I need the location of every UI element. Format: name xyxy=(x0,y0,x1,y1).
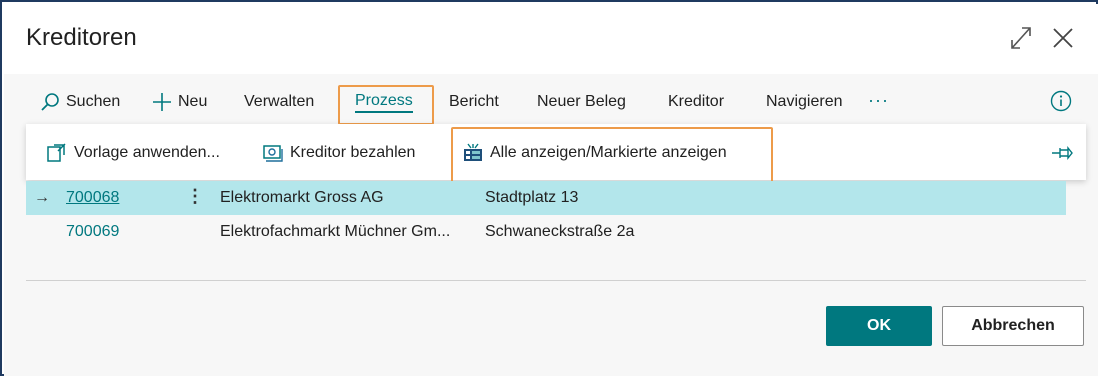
dialog-title: Kreditoren xyxy=(26,24,137,51)
expand-icon[interactable] xyxy=(1008,24,1034,52)
search-action[interactable]: Suchen xyxy=(40,90,120,114)
pay-vendor-label: Kreditor bezahlen xyxy=(290,144,416,161)
vendor-list: → 700068 ⋮ Elektromarkt Gross AG Stadtpl… xyxy=(26,181,1066,249)
close-icon[interactable] xyxy=(1050,24,1076,52)
vendor-address: Stadtplatz 13 xyxy=(485,189,579,206)
template-icon xyxy=(47,143,66,162)
show-marked-icon xyxy=(464,143,482,161)
table-row[interactable]: 700069 Elektrofachmarkt Müchner Gm... Sc… xyxy=(26,215,1066,249)
pay-vendor-action[interactable]: Kreditor bezahlen xyxy=(262,142,415,164)
search-icon xyxy=(41,93,59,111)
pin-icon[interactable] xyxy=(1050,142,1076,164)
new-label: Neu xyxy=(178,93,208,110)
row-arrow-icon: → xyxy=(34,189,50,206)
search-label: Suchen xyxy=(66,93,121,110)
tab-process[interactable]: Prozess xyxy=(355,90,413,114)
title-bar: Kreditoren xyxy=(4,4,1098,74)
navigate-action[interactable]: Navigieren xyxy=(766,90,842,114)
show-all-marked-label: Alle anzeigen/Markierte anzeigen xyxy=(490,144,727,161)
process-label: Prozess xyxy=(355,92,413,113)
navigate-label: Navigieren xyxy=(766,93,843,110)
manage-action[interactable]: Verwalten xyxy=(244,90,314,114)
new-document-label: Neuer Beleg xyxy=(537,93,626,110)
vendor-label: Kreditor xyxy=(668,93,725,110)
new-action[interactable]: Neu xyxy=(152,90,207,114)
vendor-name: Elektromarkt Gross AG xyxy=(220,189,384,206)
apply-template-label: Vorlage anwenden... xyxy=(74,144,220,161)
vendor-no-link[interactable]: 700069 xyxy=(66,223,119,241)
report-label: Bericht xyxy=(449,93,499,110)
process-submenu: Vorlage anwenden... Kreditor bezahlen Al… xyxy=(26,124,1086,180)
vendor-no-link[interactable]: 700068 xyxy=(66,189,119,207)
vendor-name: Elektrofachmarkt Müchner Gm... xyxy=(220,223,451,240)
plus-icon xyxy=(153,93,171,111)
vendor-address: Schwaneckstraße 2a xyxy=(485,223,635,240)
info-icon[interactable] xyxy=(1050,90,1072,112)
divider xyxy=(26,280,1086,281)
action-bar: Suchen Neu Verwalten Prozess Bericht Neu… xyxy=(4,82,1098,122)
payment-icon xyxy=(263,145,283,162)
ok-button[interactable]: OK xyxy=(826,306,932,346)
dialog-content: Suchen Neu Verwalten Prozess Bericht Neu… xyxy=(4,74,1098,376)
dialog-frame: Kreditoren Suchen Neu Verwalten Prozess xyxy=(0,0,1098,376)
table-row[interactable]: → 700068 ⋮ Elektromarkt Gross AG Stadtpl… xyxy=(26,181,1066,215)
show-all-marked-action[interactable]: Alle anzeigen/Markierte anzeigen xyxy=(462,142,727,164)
cancel-button[interactable]: Abbrechen xyxy=(942,306,1084,346)
vendor-action[interactable]: Kreditor xyxy=(668,90,724,114)
apply-template-action[interactable]: Vorlage anwenden... xyxy=(46,142,220,164)
new-document-action[interactable]: Neuer Beleg xyxy=(537,90,626,114)
row-menu-button[interactable]: ⋮ xyxy=(186,186,204,206)
more-actions-button[interactable]: ··· xyxy=(868,90,889,111)
report-action[interactable]: Bericht xyxy=(449,90,499,114)
manage-label: Verwalten xyxy=(244,93,315,110)
